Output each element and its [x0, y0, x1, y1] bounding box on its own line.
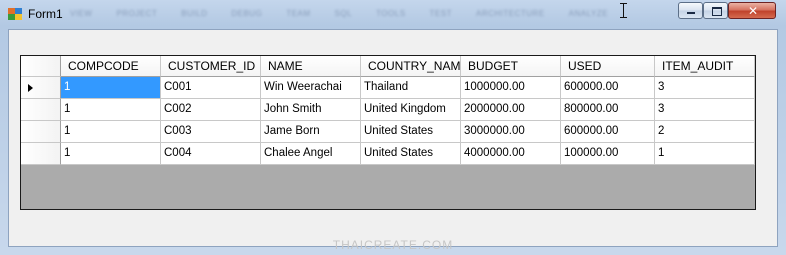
column-header-customer-id[interactable]: CUSTOMER_ID [161, 56, 261, 77]
background-menu-item: VIEW [70, 9, 93, 18]
grid-cell-item-audit[interactable]: 3 [655, 77, 755, 99]
grid-cell-name[interactable]: Win Weerachai [261, 77, 361, 99]
grid-cell-country-name[interactable]: United States [361, 121, 461, 143]
grid-cell-budget[interactable]: 1000000.00 [461, 77, 561, 99]
grid-cell-country-name[interactable]: United States [361, 143, 461, 165]
grid-cell-customer-id[interactable]: C002 [161, 99, 261, 121]
form-window: Form1 VIEW PROJECT BUILD DEBUG TEAM SQL TOOLS T… [0, 0, 786, 255]
window-title: Form1 [28, 7, 63, 21]
top-left-header-cell[interactable] [21, 56, 61, 77]
grid-cell-compcode[interactable]: 1 [61, 77, 161, 99]
background-ide-menu: VIEW PROJECT BUILD DEBUG TEAM SQL TOOLS TEST ARC… [70, 9, 608, 18]
grid-cell-country-name[interactable]: United Kingdom [361, 99, 461, 121]
row-header-cell[interactable] [21, 121, 61, 143]
form-icon [8, 8, 22, 20]
grid-cell-customer-id[interactable]: C001 [161, 77, 261, 99]
grid-cell-used[interactable]: 600000.00 [561, 77, 655, 99]
column-header-compcode[interactable]: COMPCODE [61, 56, 161, 77]
minimize-icon [687, 12, 695, 14]
background-menu-item: BUILD [181, 9, 208, 18]
row-header-cell[interactable] [21, 99, 61, 121]
grid-cell-customer-id[interactable]: C004 [161, 143, 261, 165]
grid-cell-budget[interactable]: 2000000.00 [461, 99, 561, 121]
column-header-country-name[interactable]: COUNTRY_NAME [361, 56, 461, 77]
background-menu-item: DEBUG [231, 9, 263, 18]
table-row[interactable]: 1 C004 Chalee Angel United States 4000000.00… [21, 143, 755, 165]
grid-cell-item-audit[interactable]: 3 [655, 99, 755, 121]
row-header-cell[interactable] [21, 77, 61, 99]
background-menu-item: TEST [429, 9, 452, 18]
grid-cell-used[interactable]: 800000.00 [561, 99, 655, 121]
title-bar[interactable]: Form1 VIEW PROJECT BUILD DEBUG TEAM SQL TOOLS T… [0, 0, 786, 28]
close-button[interactable]: ✕ [728, 2, 776, 19]
grid-cell-item-audit[interactable]: 1 [655, 143, 755, 165]
grid-cell-name[interactable]: John Smith [261, 99, 361, 121]
maximize-button[interactable] [703, 2, 728, 19]
current-row-arrow-icon [28, 84, 33, 92]
watermark: THAICREATE.COM [332, 238, 454, 252]
background-menu-item: TEAM [286, 9, 311, 18]
data-grid-view[interactable]: COMPCODE CUSTOMER_ID NAME COUNTRY_NAME BUDGE… [20, 55, 756, 210]
maximize-icon [712, 7, 722, 16]
grid-cell-compcode[interactable]: 1 [61, 143, 161, 165]
grid-header-row: COMPCODE CUSTOMER_ID NAME COUNTRY_NAME BUDGE… [21, 56, 755, 77]
background-menu-item: SQL [334, 9, 353, 18]
grid-cell-country-name[interactable]: Thailand [361, 77, 461, 99]
grid-cell-customer-id[interactable]: C003 [161, 121, 261, 143]
column-header-used[interactable]: USED [561, 56, 655, 77]
background-menu-item: ARCHITECTURE [476, 9, 545, 18]
grid-cell-used[interactable]: 100000.00 [561, 143, 655, 165]
grid-cell-compcode[interactable]: 1 [61, 99, 161, 121]
table-row[interactable]: 1 C001 Win Weerachai Thailand 1000000.00 6000… [21, 77, 755, 99]
grid-cell-name[interactable]: Jame Born [261, 121, 361, 143]
minimize-button[interactable] [678, 2, 703, 19]
text-cursor-icon [619, 2, 629, 20]
background-menu-item: PROJECT [116, 9, 158, 18]
column-header-item-audit[interactable]: ITEM_AUDIT [655, 56, 755, 77]
column-header-name[interactable]: NAME [261, 56, 361, 77]
row-header-cell[interactable] [21, 143, 61, 165]
grid-cell-budget[interactable]: 3000000.00 [461, 121, 561, 143]
table-row[interactable]: 1 C003 Jame Born United States 3000000.00 600… [21, 121, 755, 143]
background-menu-item: TOOLS [376, 9, 406, 18]
grid-cell-used[interactable]: 600000.00 [561, 121, 655, 143]
grid-cell-item-audit[interactable]: 2 [655, 121, 755, 143]
grid-cell-compcode[interactable]: 1 [61, 121, 161, 143]
background-menu-item: ANALYZE [568, 9, 609, 18]
close-icon: ✕ [748, 4, 759, 18]
grid-cell-name[interactable]: Chalee Angel [261, 143, 361, 165]
table-row[interactable]: 1 C002 John Smith United Kingdom 2000000.00 8… [21, 99, 755, 121]
grid-cell-budget[interactable]: 4000000.00 [461, 143, 561, 165]
column-header-budget[interactable]: BUDGET [461, 56, 561, 77]
